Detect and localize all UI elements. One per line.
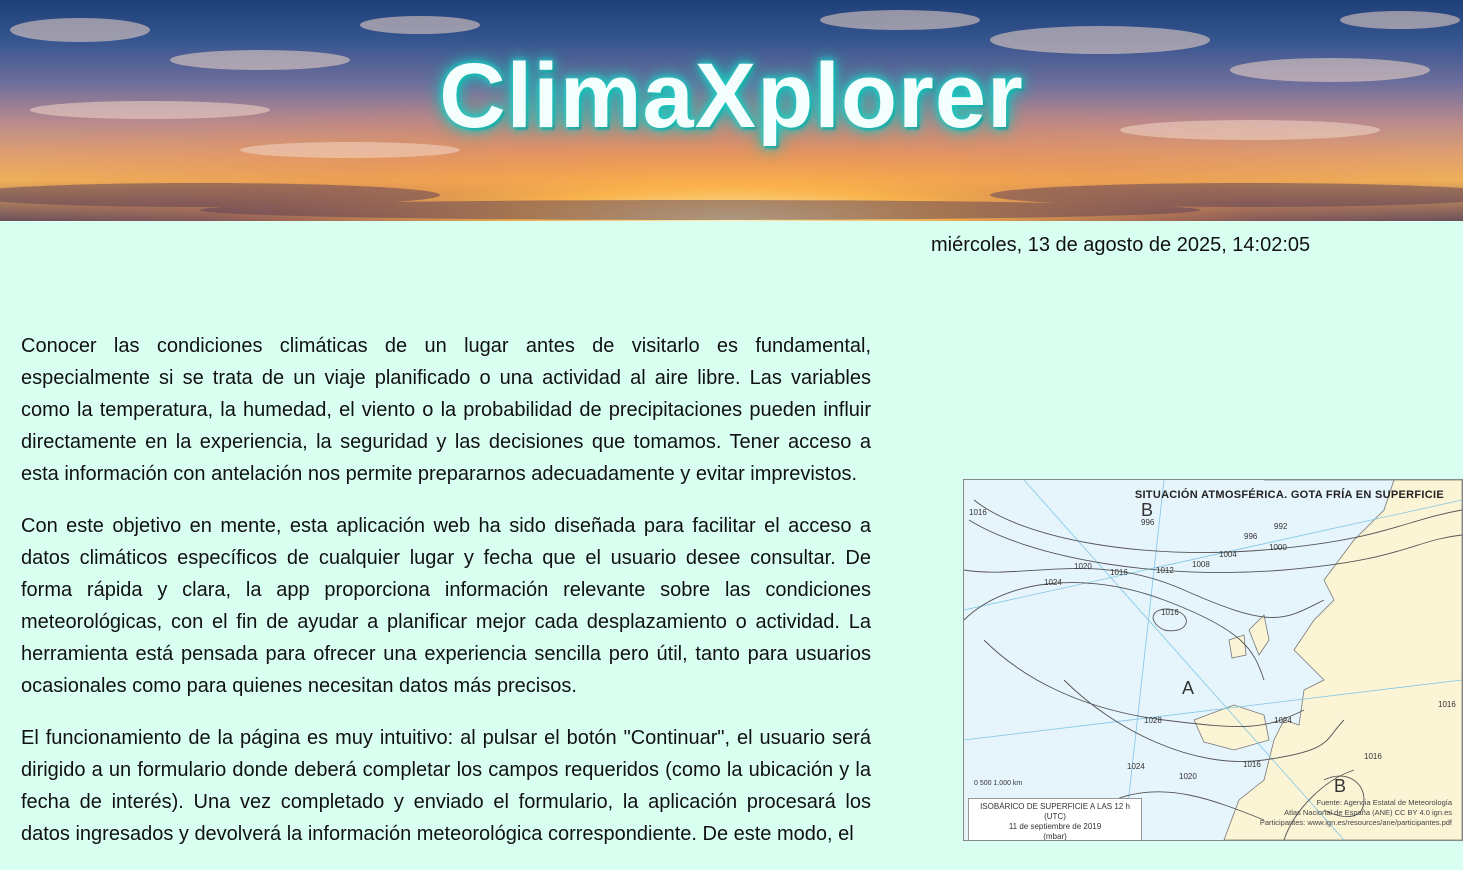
isobar-label: 1020	[1074, 562, 1092, 571]
isobar-label: 1020	[1179, 772, 1197, 781]
isobar-label: 996	[1141, 518, 1155, 527]
isobar-map-graphic	[964, 480, 1462, 840]
map-caption-line: (mbar)	[1043, 832, 1067, 841]
isobar-label: 1024	[1044, 578, 1062, 587]
map-scale: 0 500 1.000 km	[974, 780, 1023, 787]
isobar-label: 1024	[1127, 762, 1145, 771]
map-caption-line: ISOBÁRICO DE SUPERFICIE A LAS 12 h (UTC)	[980, 802, 1130, 821]
site-logo-title[interactable]: ClimaXplorer	[0, 44, 1463, 149]
intro-paragraph-3: El funcionamiento de la página es muy in…	[21, 727, 871, 845]
map-caption-line: 11 de septiembre de 2019	[1008, 822, 1102, 831]
map-source-line: Atlas Nacional de España (ANE) CC BY 4.0…	[1284, 808, 1452, 817]
intro-text: Conocer las condiciones climáticas de un…	[21, 330, 871, 870]
isobar-label: 992	[1274, 522, 1288, 531]
map-source: Fuente: Agencia Estatal de Meteorología …	[1260, 798, 1452, 828]
intro-paragraph-1: Conocer las condiciones climáticas de un…	[21, 335, 871, 485]
isobar-label: 1016	[1364, 752, 1382, 761]
map-source-line: Participantes: www.ign.es/resources/ane/…	[1259, 818, 1452, 827]
current-datetime: miércoles, 13 de agosto de 2025, 14:02:0…	[931, 234, 1311, 256]
intro-paragraph-2: Con este objetivo en mente, esta aplicac…	[21, 515, 871, 697]
isobar-label: 1016	[969, 508, 987, 517]
isobar-label: 1024	[1274, 716, 1292, 725]
isobar-label: 996	[1244, 532, 1258, 541]
isobar-label: 1012	[1156, 566, 1174, 575]
isobar-label: 1016	[1243, 760, 1261, 769]
isobar-label: 1008	[1192, 560, 1210, 569]
header-banner: ClimaXplorer	[0, 0, 1463, 221]
weather-map-image: SITUACIÓN ATMOSFÉRICA. GOTA FRÍA EN SUPE…	[963, 479, 1463, 841]
isobar-label: 1028	[1144, 716, 1162, 725]
map-title: SITUACIÓN ATMOSFÉRICA. GOTA FRÍA EN SUPE…	[1134, 489, 1444, 501]
isobar-label: 1016	[1161, 608, 1179, 617]
map-caption: ISOBÁRICO DE SUPERFICIE A LAS 12 h (UTC)…	[968, 798, 1142, 841]
map-source-line: Fuente: Agencia Estatal de Meteorología	[1316, 798, 1452, 807]
high-pressure-label: A	[1182, 678, 1195, 698]
isobar-label: 1000	[1269, 543, 1287, 552]
isobar-label: 1016	[1438, 700, 1456, 709]
low-pressure-label-south: B	[1334, 776, 1347, 796]
isobar-label: 1004	[1219, 550, 1237, 559]
isobar-label: 1016	[1110, 568, 1128, 577]
